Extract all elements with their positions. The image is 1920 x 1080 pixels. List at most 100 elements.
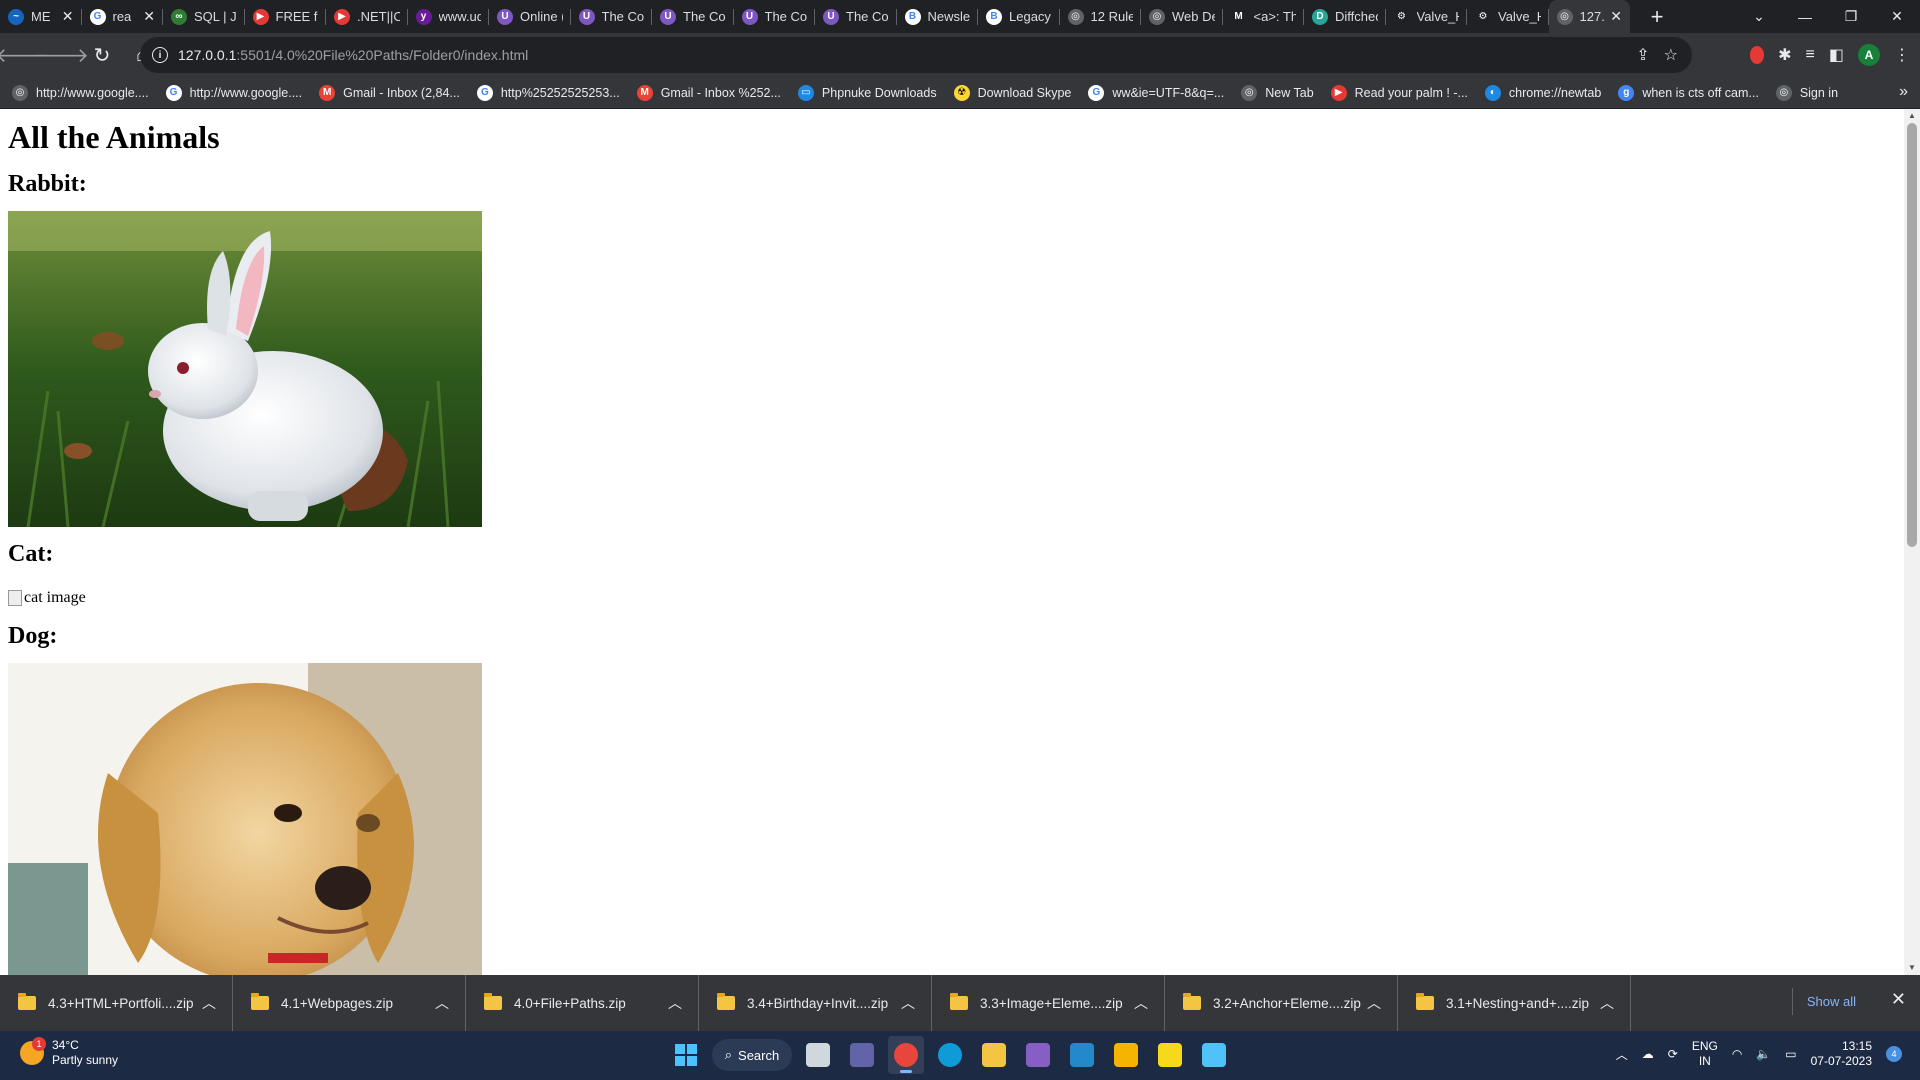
minimize-button[interactable]: — [1782,9,1828,25]
site-info-icon[interactable]: i [152,47,168,63]
bookmark-item[interactable]: ◎ Sign in [1775,84,1838,101]
browser-tab[interactable]: B Newslet [897,0,979,33]
bookmark-star-icon[interactable]: ☆ [1664,45,1678,65]
browser-tab[interactable]: y www.ud [408,0,490,33]
bookmark-item[interactable]: Ghttp%25252525253... [476,84,620,101]
taskbar-app-sticky-notes[interactable] [1152,1036,1188,1074]
tab-close-icon[interactable]: ✕ [1610,8,1622,25]
extensions-puzzle-icon[interactable]: ✱ [1778,45,1791,65]
bookmark-item[interactable]: M Gmail - Inbox %252... [636,84,781,101]
media-control-icon[interactable]: ≡ [1806,46,1815,64]
download-item[interactable]: 4.3+HTML+Portfoli....zip ︿ [0,975,233,1031]
page-scrollbar[interactable]: ▲ ▼ [1904,109,1920,975]
download-options-chevron-icon[interactable]: ︿ [901,993,915,1013]
browser-tab[interactable]: ▶ FREE fu [245,0,327,33]
download-options-chevron-icon[interactable]: ︿ [1600,993,1614,1013]
address-bar[interactable]: i 127.0.0.1 :5501/4.0%20File%20Paths/Fol… [140,37,1692,73]
browser-tab[interactable]: U The Cor [734,0,816,33]
browser-tab[interactable]: ◎ 127. ✕ [1548,0,1630,33]
bookmarks-overflow-button[interactable]: » [1899,83,1908,101]
download-item[interactable]: 3.1+Nesting+and+....zip ︿ [1398,975,1631,1031]
notification-badge[interactable]: 4 [1886,1046,1902,1062]
browser-tab[interactable]: U The Cor [652,0,734,33]
browser-tab[interactable]: B Legacy [978,0,1060,33]
side-panel-icon[interactable]: ◧ [1829,45,1844,65]
download-options-chevron-icon[interactable]: ︿ [202,993,216,1013]
download-item[interactable]: 3.3+Image+Eleme....zip ︿ [932,975,1165,1031]
weather-widget[interactable]: 1 34°C Partly sunny [20,1037,118,1068]
volume-icon[interactable]: 🔈 [1756,1047,1771,1061]
scroll-up-arrow-icon[interactable]: ▲ [1904,109,1920,123]
reload-button[interactable]: ↻ [82,33,122,77]
scrollbar-thumb[interactable] [1907,123,1917,547]
notepad-icon [1202,1043,1226,1067]
taskbar-app-teams[interactable] [844,1036,880,1074]
start-button[interactable] [668,1036,704,1074]
bookmark-item[interactable]: Gww&ie=UTF-8&q=... [1088,84,1224,101]
extension-red-icon[interactable] [1750,46,1765,64]
taskbar-search-button[interactable]: ⌕ Search [712,1039,792,1071]
bookmark-item[interactable]: ◐ chrome://newtab [1484,84,1601,101]
close-window-button[interactable]: ✕ [1874,8,1920,25]
browser-tab[interactable]: ~ ME ✕ [0,0,82,33]
download-options-chevron-icon[interactable]: ︿ [1367,993,1381,1013]
browser-tab[interactable]: ◎ Web De [1141,0,1223,33]
bookmark-item[interactable]: ◎ http://www.google.... [12,84,149,101]
taskbar-app-file-explorer[interactable] [976,1036,1012,1074]
bookmark-item[interactable]: ▭ Phpnuke Downloads [797,84,937,101]
bookmark-item[interactable]: ☢ Download Skype [953,84,1071,101]
restore-button[interactable]: ❐ [1828,8,1874,25]
profile-avatar[interactable]: A [1858,44,1880,66]
browser-tab[interactable]: ∞ SQL | Jo [163,0,245,33]
download-item[interactable]: 3.4+Birthday+Invit....zip ︿ [699,975,932,1031]
tray-overflow-chevron-icon[interactable]: ︿ [1616,1046,1628,1063]
download-item[interactable]: 3.2+Anchor+Eleme....zip ︿ [1165,975,1398,1031]
sync-icon[interactable]: ⟳ [1668,1047,1678,1061]
download-options-chevron-icon[interactable]: ︿ [1134,993,1148,1013]
download-item[interactable]: 4.0+File+Paths.zip ︿ [466,975,699,1031]
bookmark-item[interactable]: M Gmail - Inbox (2,84... [319,84,460,101]
download-options-chevron-icon[interactable]: ︿ [435,993,449,1013]
forward-button[interactable]: 🡒 [35,33,89,77]
bookmark-item[interactable]: ▶ Read your palm ! -... [1330,84,1468,101]
browser-tab[interactable]: M <a>: Th [1223,0,1305,33]
tab-title: Legacy [1009,9,1051,24]
wifi-icon[interactable]: ◠ [1732,1047,1742,1061]
browser-tab[interactable]: U Online ( [489,0,571,33]
browser-tab[interactable]: D Diffchec [1304,0,1386,33]
browser-tab[interactable]: ⚙ Valve_H [1467,0,1549,33]
taskbar-app-chrome[interactable] [888,1036,924,1074]
battery-icon[interactable]: ▭ [1785,1047,1796,1061]
taskbar-app-visual-studio[interactable] [1020,1036,1056,1074]
tab-close-icon[interactable]: ✕ [62,8,74,25]
download-options-chevron-icon[interactable]: ︿ [668,993,682,1013]
browser-tab[interactable]: ▶ .NET||C [326,0,408,33]
download-item[interactable]: 4.1+Webpages.zip ︿ [233,975,466,1031]
scroll-down-arrow-icon[interactable]: ▼ [1904,961,1920,975]
clock[interactable]: 13:15 07-07-2023 [1811,1039,1872,1069]
onedrive-icon[interactable]: ☁ [1642,1047,1654,1061]
taskbar-app-snipping-tool[interactable] [1108,1036,1144,1074]
taskbar-app-vscode[interactable] [1064,1036,1100,1074]
browser-toolbar: 🡐 🡒 ↻ ⌂ i 127.0.0.1 :5501/4.0%20File%20P… [0,33,1920,77]
bookmark-item[interactable]: g when is cts off cam... [1618,84,1759,101]
bookmark-item[interactable]: Ghttp://www.google.... [165,84,302,101]
share-icon[interactable]: ⇪ [1636,45,1649,65]
browser-tab[interactable]: ◎ 12 Rule: [1060,0,1142,33]
region-code: IN [1698,1054,1711,1068]
taskbar-app-notepad[interactable] [1196,1036,1232,1074]
bookmark-item[interactable]: ◎ New Tab [1241,84,1314,101]
browser-tab[interactable]: ⚙ Valve_H [1386,0,1468,33]
show-all-downloads-button[interactable]: Show all [1791,988,1870,1015]
close-downloads-icon[interactable]: ✕ [1891,989,1906,1010]
menu-kebab-icon[interactable]: ⋮ [1894,45,1910,65]
taskbar-app-edge[interactable] [932,1036,968,1074]
language-indicator[interactable]: ENG IN [1692,1039,1718,1069]
browser-tab[interactable]: Grea ✕ [82,0,164,33]
tab-search-icon[interactable]: ⌄ [1736,8,1782,25]
browser-tab[interactable]: U The Cor [571,0,653,33]
taskbar-app-task-view[interactable] [800,1036,836,1074]
browser-tab[interactable]: U The Cor [815,0,897,33]
new-tab-button[interactable]: + [1640,0,1674,33]
tab-close-icon[interactable]: ✕ [143,8,155,25]
